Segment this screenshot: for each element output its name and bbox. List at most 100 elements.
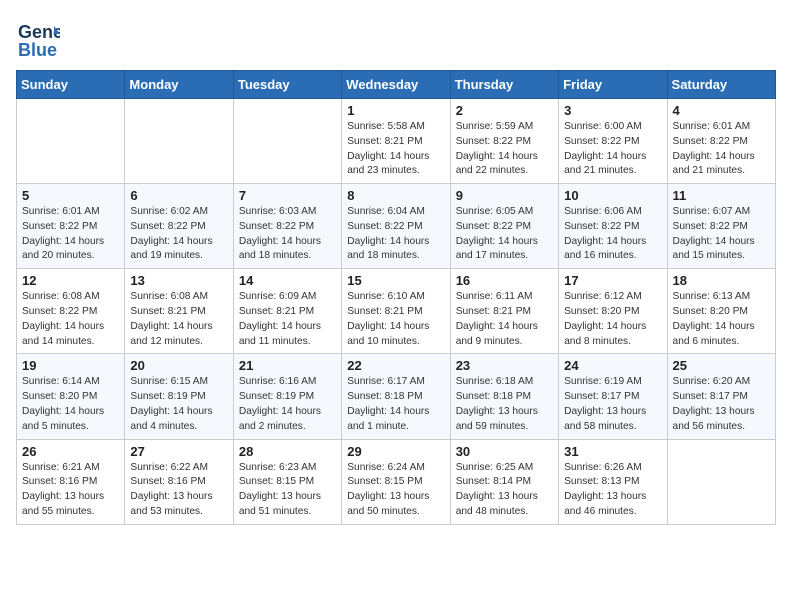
day-number: 2: [456, 103, 553, 118]
day-cell: 1 Sunrise: 5:58 AMSunset: 8:21 PMDaylight…: [342, 99, 450, 184]
svg-text:General: General: [18, 22, 60, 42]
day-info: Sunrise: 6:03 AMSunset: 8:22 PMDaylight:…: [239, 205, 336, 264]
day-number: 11: [673, 188, 770, 203]
day-cell: 8 Sunrise: 6:04 AMSunset: 8:22 PMDaylight…: [342, 184, 450, 269]
day-number: 21: [239, 358, 336, 373]
day-cell: [17, 99, 125, 184]
day-number: 8: [347, 188, 444, 203]
day-info: Sunrise: 6:01 AMSunset: 8:22 PMDaylight:…: [22, 205, 119, 264]
day-info: Sunrise: 6:02 AMSunset: 8:22 PMDaylight:…: [130, 205, 227, 264]
day-info: Sunrise: 6:12 AMSunset: 8:20 PMDaylight:…: [564, 290, 661, 349]
day-cell: [233, 99, 341, 184]
day-cell: 2 Sunrise: 5:59 AMSunset: 8:22 PMDaylight…: [450, 99, 558, 184]
day-info: Sunrise: 6:06 AMSunset: 8:22 PMDaylight:…: [564, 205, 661, 264]
day-cell: 31Sunrise: 6:26 AMSunset: 8:13 PMDayligh…: [559, 439, 667, 524]
weekday-header-wednesday: Wednesday: [342, 71, 450, 99]
week-row-2: 5 Sunrise: 6:01 AMSunset: 8:22 PMDaylight…: [17, 184, 776, 269]
weekday-header-saturday: Saturday: [667, 71, 775, 99]
day-number: 14: [239, 273, 336, 288]
day-info: Sunrise: 6:14 AMSunset: 8:20 PMDaylight:…: [22, 375, 119, 434]
logo: General Blue: [16, 16, 60, 60]
day-cell: 4 Sunrise: 6:01 AMSunset: 8:22 PMDaylight…: [667, 99, 775, 184]
day-cell: 12Sunrise: 6:08 AMSunset: 8:22 PMDayligh…: [17, 269, 125, 354]
day-number: 23: [456, 358, 553, 373]
day-cell: 10 Sunrise: 6:06 AMSunset: 8:22 PMDayligh…: [559, 184, 667, 269]
day-number: 7: [239, 188, 336, 203]
day-info: Sunrise: 6:26 AMSunset: 8:13 PMDaylight:…: [564, 461, 661, 520]
day-cell: 27Sunrise: 6:22 AMSunset: 8:16 PMDayligh…: [125, 439, 233, 524]
day-info: Sunrise: 6:09 AMSunset: 8:21 PMDaylight:…: [239, 290, 336, 349]
week-row-3: 12Sunrise: 6:08 AMSunset: 8:22 PMDayligh…: [17, 269, 776, 354]
weekday-header-sunday: Sunday: [17, 71, 125, 99]
day-cell: [667, 439, 775, 524]
day-info: Sunrise: 6:20 AMSunset: 8:17 PMDaylight:…: [673, 375, 770, 434]
day-info: Sunrise: 6:05 AMSunset: 8:22 PMDaylight:…: [456, 205, 553, 264]
day-info: Sunrise: 6:00 AMSunset: 8:22 PMDaylight:…: [564, 120, 661, 179]
day-cell: 30 Sunrise: 6:25 AMSunset: 8:14 PMDayligh…: [450, 439, 558, 524]
day-number: 29: [347, 444, 444, 459]
day-cell: 21 Sunrise: 6:16 AMSunset: 8:19 PMDayligh…: [233, 354, 341, 439]
day-cell: 17Sunrise: 6:12 AMSunset: 8:20 PMDayligh…: [559, 269, 667, 354]
day-info: Sunrise: 6:04 AMSunset: 8:22 PMDaylight:…: [347, 205, 444, 264]
day-cell: 7 Sunrise: 6:03 AMSunset: 8:22 PMDaylight…: [233, 184, 341, 269]
day-cell: 15Sunrise: 6:10 AMSunset: 8:21 PMDayligh…: [342, 269, 450, 354]
day-number: 22: [347, 358, 444, 373]
day-number: 10: [564, 188, 661, 203]
day-number: 3: [564, 103, 661, 118]
day-number: 4: [673, 103, 770, 118]
day-cell: 9 Sunrise: 6:05 AMSunset: 8:22 PMDaylight…: [450, 184, 558, 269]
weekday-header-thursday: Thursday: [450, 71, 558, 99]
day-cell: 29 Sunrise: 6:24 AMSunset: 8:15 PMDayligh…: [342, 439, 450, 524]
day-info: Sunrise: 6:25 AMSunset: 8:14 PMDaylight:…: [456, 461, 553, 520]
day-number: 9: [456, 188, 553, 203]
week-row-4: 19 Sunrise: 6:14 AMSunset: 8:20 PMDayligh…: [17, 354, 776, 439]
day-info: Sunrise: 6:01 AMSunset: 8:22 PMDaylight:…: [673, 120, 770, 179]
day-number: 1: [347, 103, 444, 118]
day-info: Sunrise: 6:07 AMSunset: 8:22 PMDaylight:…: [673, 205, 770, 264]
week-row-5: 26 Sunrise: 6:21 AMSunset: 8:16 PMDayligh…: [17, 439, 776, 524]
weekday-header-friday: Friday: [559, 71, 667, 99]
day-number: 6: [130, 188, 227, 203]
day-cell: 18Sunrise: 6:13 AMSunset: 8:20 PMDayligh…: [667, 269, 775, 354]
day-cell: 5 Sunrise: 6:01 AMSunset: 8:22 PMDaylight…: [17, 184, 125, 269]
logo-icon: General Blue: [16, 16, 60, 60]
day-cell: 3 Sunrise: 6:00 AMSunset: 8:22 PMDaylight…: [559, 99, 667, 184]
day-number: 30: [456, 444, 553, 459]
day-cell: 14 Sunrise: 6:09 AMSunset: 8:21 PMDayligh…: [233, 269, 341, 354]
day-info: Sunrise: 5:59 AMSunset: 8:22 PMDaylight:…: [456, 120, 553, 179]
day-cell: 24 Sunrise: 6:19 AMSunset: 8:17 PMDayligh…: [559, 354, 667, 439]
day-info: Sunrise: 6:18 AMSunset: 8:18 PMDaylight:…: [456, 375, 553, 434]
day-info: Sunrise: 6:23 AMSunset: 8:15 PMDaylight:…: [239, 461, 336, 520]
day-info: Sunrise: 6:13 AMSunset: 8:20 PMDaylight:…: [673, 290, 770, 349]
day-cell: 20 Sunrise: 6:15 AMSunset: 8:19 PMDayligh…: [125, 354, 233, 439]
day-info: Sunrise: 5:58 AMSunset: 8:21 PMDaylight:…: [347, 120, 444, 179]
day-info: Sunrise: 6:24 AMSunset: 8:15 PMDaylight:…: [347, 461, 444, 520]
day-info: Sunrise: 6:21 AMSunset: 8:16 PMDaylight:…: [22, 461, 119, 520]
day-number: 26: [22, 444, 119, 459]
day-info: Sunrise: 6:08 AMSunset: 8:22 PMDaylight:…: [22, 290, 119, 349]
day-number: 5: [22, 188, 119, 203]
day-number: 27: [130, 444, 227, 459]
day-cell: 26 Sunrise: 6:21 AMSunset: 8:16 PMDayligh…: [17, 439, 125, 524]
day-cell: 13Sunrise: 6:08 AMSunset: 8:21 PMDayligh…: [125, 269, 233, 354]
day-info: Sunrise: 6:16 AMSunset: 8:19 PMDaylight:…: [239, 375, 336, 434]
day-number: 24: [564, 358, 661, 373]
day-cell: [125, 99, 233, 184]
day-number: 28: [239, 444, 336, 459]
day-number: 16: [456, 273, 553, 288]
day-cell: 22Sunrise: 6:17 AMSunset: 8:18 PMDayligh…: [342, 354, 450, 439]
day-info: Sunrise: 6:19 AMSunset: 8:17 PMDaylight:…: [564, 375, 661, 434]
day-info: Sunrise: 6:11 AMSunset: 8:21 PMDaylight:…: [456, 290, 553, 349]
weekday-header-monday: Monday: [125, 71, 233, 99]
day-info: Sunrise: 6:15 AMSunset: 8:19 PMDaylight:…: [130, 375, 227, 434]
day-cell: 6 Sunrise: 6:02 AMSunset: 8:22 PMDaylight…: [125, 184, 233, 269]
day-number: 13: [130, 273, 227, 288]
day-cell: 28 Sunrise: 6:23 AMSunset: 8:15 PMDayligh…: [233, 439, 341, 524]
day-number: 15: [347, 273, 444, 288]
day-number: 25: [673, 358, 770, 373]
day-number: 20: [130, 358, 227, 373]
day-cell: 16 Sunrise: 6:11 AMSunset: 8:21 PMDayligh…: [450, 269, 558, 354]
week-row-1: 1 Sunrise: 5:58 AMSunset: 8:21 PMDaylight…: [17, 99, 776, 184]
day-number: 19: [22, 358, 119, 373]
day-cell: 25 Sunrise: 6:20 AMSunset: 8:17 PMDayligh…: [667, 354, 775, 439]
